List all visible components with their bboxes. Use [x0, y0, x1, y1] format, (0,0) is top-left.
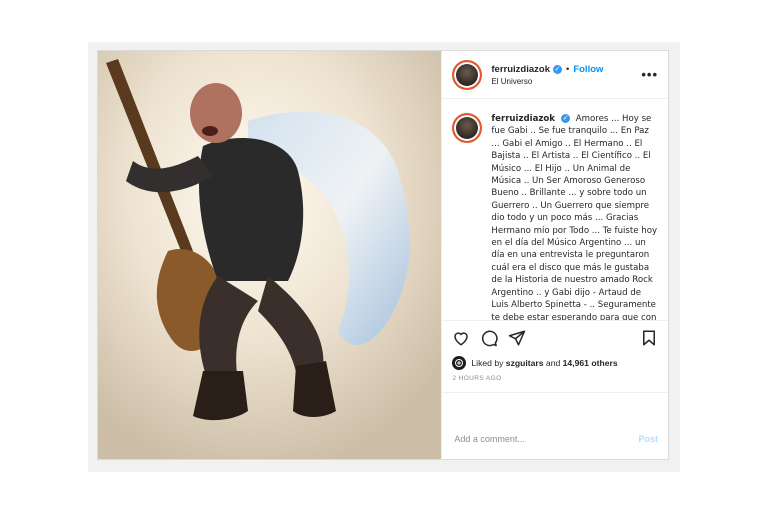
verified-badge-icon: ✓	[561, 114, 571, 123]
liked-by-user[interactable]: szguitars	[506, 358, 544, 368]
post-timestamp[interactable]: 2 HOURS AGO	[442, 371, 668, 393]
caption-text: Amores ... Hoy se fue Gabi .. Se fue tra…	[491, 114, 658, 321]
heart-icon[interactable]	[452, 329, 470, 347]
liked-by-and: and	[545, 358, 561, 368]
header-username[interactable]: ferruizdiazok	[491, 64, 550, 75]
paper-plane-icon[interactable]	[508, 329, 526, 347]
user-avatar[interactable]	[452, 59, 483, 90]
post-side-panel: ferruizdiazok ✓ • Follow El Universo •••…	[441, 51, 668, 459]
verified-badge-icon: ✓	[553, 64, 562, 74]
more-options-icon[interactable]: •••	[641, 67, 658, 82]
likes-count[interactable]: 14,961 others	[563, 358, 618, 368]
header-user-line: ferruizdiazok ✓ • Follow	[491, 64, 603, 75]
liked-by-prefix: Liked by	[471, 358, 504, 368]
caption-text-block: ferruizdiazok ✓ Amores ... Hoy se fue Gab…	[491, 113, 658, 320]
location-link[interactable]: El Universo	[491, 77, 603, 86]
caption-avatar[interactable]	[452, 113, 483, 143]
comment-input[interactable]	[452, 433, 639, 445]
follow-button[interactable]: Follow	[573, 64, 603, 75]
liked-by-avatar[interactable]	[452, 356, 467, 370]
instagram-post: ferruizdiazok ✓ • Follow El Universo •••…	[97, 50, 669, 460]
post-comment-button[interactable]: Post	[638, 434, 658, 444]
post-header: ferruizdiazok ✓ • Follow El Universo •••	[442, 51, 668, 99]
performer-illustration	[98, 51, 442, 459]
header-separator: •	[566, 63, 570, 75]
action-bar	[442, 321, 668, 355]
caption-username[interactable]: ferruizdiazok	[491, 114, 555, 124]
comment-row: Post	[442, 419, 668, 459]
comment-icon[interactable]	[480, 329, 499, 347]
post-photo[interactable]	[98, 51, 442, 459]
likes-line: Liked by szguitars and 14,961 others	[442, 355, 668, 371]
bookmark-icon[interactable]	[640, 329, 658, 347]
caption-area: ferruizdiazok ✓ Amores ... Hoy se fue Gab…	[442, 99, 668, 321]
header-text: ferruizdiazok ✓ • Follow El Universo	[491, 64, 603, 86]
